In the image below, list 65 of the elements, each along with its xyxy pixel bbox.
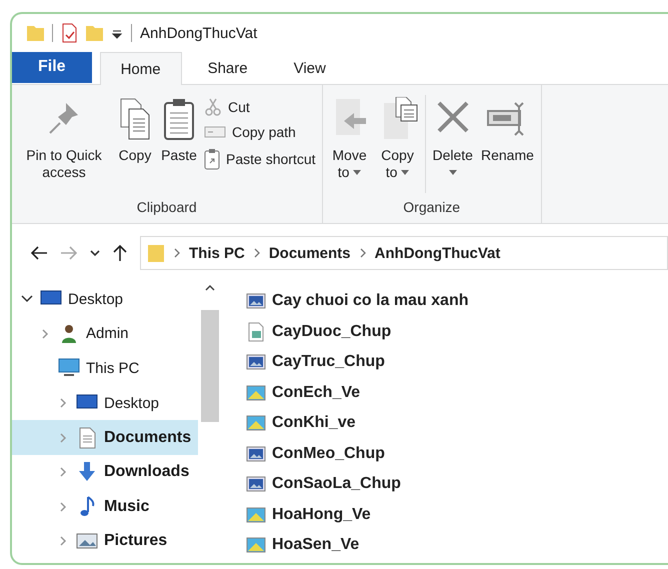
file-item[interactable]: Cay chuoi co la mau xanh: [246, 286, 468, 316]
nav-item[interactable]: Desktop: [12, 282, 198, 317]
folder-icon: [147, 243, 165, 263]
file-item[interactable]: CayTruc_Chup: [246, 347, 468, 378]
file-item[interactable]: ConSaoLa_Chup: [246, 469, 468, 500]
path-icon: [204, 125, 226, 139]
nav-item[interactable]: Pictures: [12, 524, 198, 559]
nav-item[interactable]: Desktop: [12, 386, 198, 420]
checked-document-icon[interactable]: [61, 23, 77, 43]
ribbon-tab[interactable]: Share: [188, 52, 268, 84]
window-title: AnhDongThucVat: [140, 24, 258, 42]
ribbon-button[interactable]: Rename: [478, 95, 537, 199]
folder-icon[interactable]: [26, 23, 44, 43]
group-label: Clipboard: [136, 199, 198, 217]
nav-item[interactable]: Downloads: [12, 454, 198, 490]
ribbon-button[interactable]: Paste: [158, 95, 200, 199]
ribbon-button[interactable]: Delete: [430, 95, 476, 199]
breadcrumb[interactable]: AnhDongThucVat: [374, 244, 500, 262]
address-bar[interactable]: This PC Documents AnhDongThucVat: [140, 236, 668, 270]
photo-file-icon: [246, 444, 266, 464]
nav-item[interactable]: This PC: [12, 351, 198, 386]
clipboard-icon: [161, 97, 197, 141]
chevron-down-icon[interactable]: [90, 249, 100, 257]
image-file-icon: [246, 322, 266, 342]
ribbon-button[interactable]: Copy to: [374, 95, 420, 199]
file-menu-tab[interactable]: File: [12, 52, 92, 82]
ribbon-button[interactable]: Copy: [114, 95, 156, 199]
download-arrow-icon: [76, 461, 98, 484]
back-arrow-icon[interactable]: [30, 245, 48, 261]
file-item[interactable]: CayDuoc_Chup: [246, 316, 468, 347]
ribbon-button[interactable]: Pin to Quick access: [16, 95, 112, 199]
drawing-file-icon: [246, 504, 266, 525]
forward-arrow-icon[interactable]: [60, 245, 78, 261]
photo-file-icon: [246, 474, 266, 494]
photo-file-icon: [246, 291, 266, 312]
nav-item[interactable]: Music: [12, 490, 198, 524]
ribbon-button[interactable]: Move to: [326, 95, 372, 199]
scissors-icon: [204, 98, 222, 116]
file-item[interactable]: ConKhi_ve: [246, 408, 468, 438]
drawing-file-icon: [246, 535, 266, 556]
ribbon-button[interactable]: Cut: [202, 97, 318, 117]
drawing-file-icon: [246, 413, 266, 434]
scrollbar-thumb[interactable]: [201, 310, 219, 422]
ribbon-tab[interactable]: Home: [100, 52, 182, 85]
ribbon-tab[interactable]: View: [274, 52, 346, 84]
chevron-right-icon: [252, 247, 261, 259]
folder-icon[interactable]: [85, 23, 103, 43]
nav-item[interactable]: Documents: [12, 420, 198, 455]
group-label: Organize: [402, 199, 462, 217]
photo-file-icon: [246, 352, 266, 372]
drawing-file-icon: [246, 382, 266, 403]
scroll-up-icon[interactable]: [205, 284, 215, 292]
breadcrumb[interactable]: Documents: [268, 244, 351, 262]
ribbon-button[interactable]: Paste shortcut: [202, 147, 318, 171]
file-item[interactable]: ConMeo_Chup: [246, 438, 468, 469]
clipboard-shortcut-icon: [204, 148, 220, 170]
chevron-right-icon: [358, 247, 367, 259]
nav-item[interactable]: Admin: [12, 316, 198, 352]
file-item[interactable]: ConEch_Ve: [246, 378, 468, 408]
breadcrumb[interactable]: This PC: [189, 244, 245, 262]
file-item[interactable]: HoaSen_Ve: [246, 530, 468, 560]
ribbon-button[interactable]: Copy path: [202, 123, 318, 141]
chevron-right-icon: [173, 247, 181, 259]
up-arrow-icon[interactable]: [112, 244, 128, 262]
file-item[interactable]: HoaHong_Ve: [246, 500, 468, 530]
